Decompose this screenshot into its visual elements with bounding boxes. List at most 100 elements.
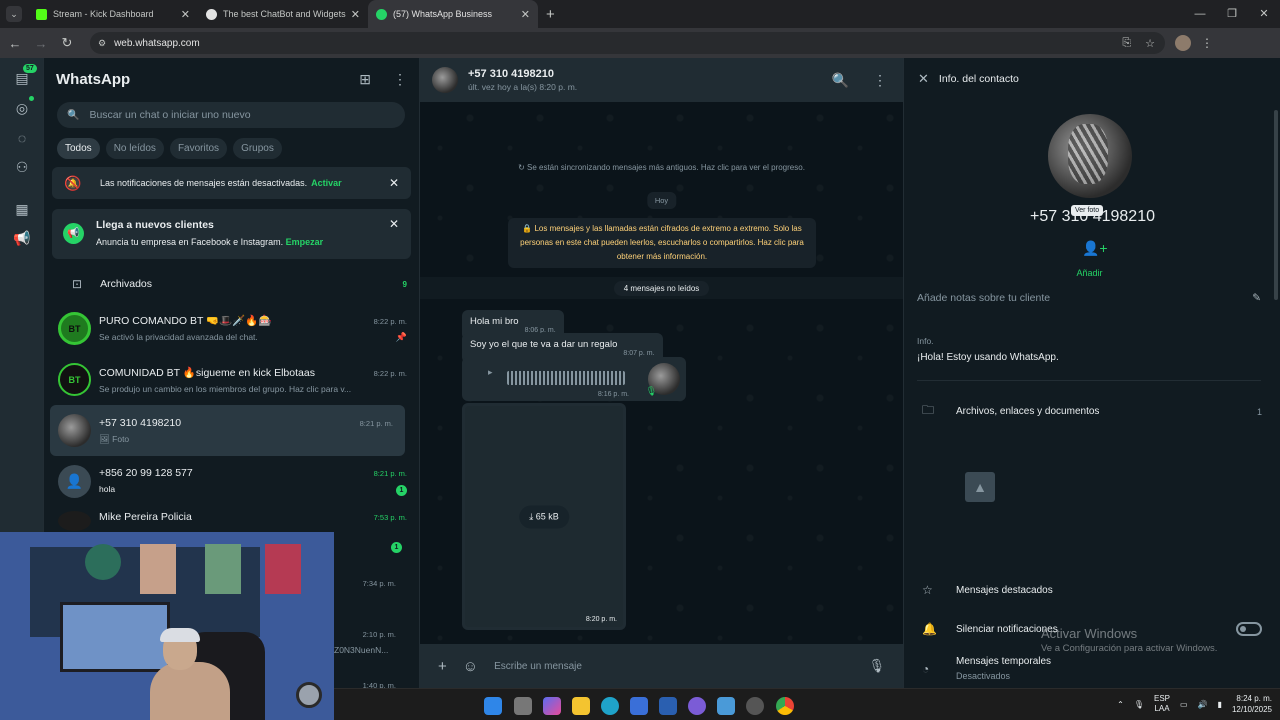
promo-banner[interactable]: 📢 Llega a nuevos clientes Anuncia tu emp… (52, 209, 411, 259)
avatar (58, 511, 91, 531)
media-message[interactable]: ⤓ 65 kB 8:20 p. m. (462, 403, 626, 630)
add-contact-icon[interactable]: 👤+ (1082, 240, 1108, 257)
edge-icon[interactable] (601, 697, 619, 715)
chat-item[interactable]: BT COMUNIDAD BT 🔥sigueme en kick Elbotaa… (44, 354, 419, 405)
close-icon[interactable]: ✕ (918, 71, 929, 87)
message-input[interactable]: Escribe un mensaje (494, 661, 868, 672)
copilot-icon[interactable] (543, 697, 561, 715)
app-icon[interactable] (659, 697, 677, 715)
close-icon[interactable]: ✕ (389, 217, 399, 231)
bookmark-star-icon[interactable]: ☆ (1145, 37, 1155, 50)
webcam-overlay (0, 532, 334, 720)
starred-messages-row[interactable]: ☆ Mensajes destacados (922, 583, 1262, 597)
close-tab-icon[interactable]: ✕ (521, 8, 530, 21)
tab-kick[interactable]: Stream - Kick Dashboard ✕ (28, 0, 198, 28)
photos-icon[interactable] (717, 697, 735, 715)
volume-icon[interactable]: 🔊 (1198, 700, 1208, 709)
start-icon[interactable] (484, 697, 502, 715)
image-thumbnail-icon[interactable]: ▲ (965, 472, 995, 502)
reload-icon[interactable]: ↻ (56, 35, 78, 51)
activate-link[interactable]: Activar (311, 178, 342, 188)
chat-item[interactable]: Mike Pereira Policia 7:53 p. m. (44, 507, 419, 531)
chat-item-selected[interactable]: +57 310 4198210 8:21 p. m. 🖼 Foto (50, 405, 405, 456)
tray-overflow-icon[interactable]: ⌃ (1117, 700, 1124, 709)
catalog-icon[interactable]: ▦ (12, 199, 32, 219)
chat-preview: Se activó la privacidad avanzada del cha… (99, 332, 258, 342)
tab-chatbot[interactable]: The best ChatBot and Widgets ✕ (198, 0, 368, 28)
filter-all[interactable]: Todos (57, 138, 100, 159)
close-tab-icon[interactable]: ✕ (181, 8, 190, 21)
minimize-icon[interactable]: — (1184, 0, 1216, 28)
attach-icon[interactable]: + (438, 658, 447, 675)
communities-icon[interactable]: ⚇ (12, 157, 32, 177)
files-links-docs-row[interactable]: 🗀 Archivos, enlaces y documentos 1 (922, 401, 1262, 422)
chrome-icon[interactable] (776, 697, 794, 715)
photo-icon: 🖼 (99, 433, 113, 444)
sticker-icon[interactable]: ☺ (463, 658, 478, 675)
channels-icon[interactable]: ◌ (12, 128, 32, 148)
notes-field[interactable]: Añade notas sobre tu cliente ✎ (917, 292, 1261, 304)
search-icon[interactable]: 🔍 (832, 72, 849, 89)
contact-photo[interactable] (1048, 114, 1132, 198)
filter-groups[interactable]: Grupos (233, 138, 282, 159)
forward-icon[interactable]: → (30, 36, 52, 51)
task-view-icon[interactable] (514, 697, 532, 715)
store-icon[interactable] (630, 697, 648, 715)
menu-icon[interactable]: ⋮ (873, 72, 887, 89)
profile-avatar[interactable] (1175, 35, 1191, 51)
settings-icon[interactable] (746, 697, 764, 715)
status-icon[interactable]: ◎ (12, 98, 32, 118)
tab-whatsapp[interactable]: (57) WhatsApp Business ✕ (368, 0, 538, 28)
play-icon[interactable]: ▸ (488, 367, 493, 378)
voice-message[interactable]: ▸ 🎙 8:16 p. m. (462, 357, 686, 401)
download-button[interactable]: ⤓ 65 kB (519, 505, 569, 528)
edit-pencil-icon[interactable]: ✎ (1252, 292, 1261, 304)
encryption-notice[interactable]: 🔒 Los mensajes y las llamadas están cifr… (508, 218, 816, 268)
add-contact-label[interactable]: Añadir (904, 268, 1275, 278)
close-icon[interactable]: ✕ (389, 176, 399, 190)
search-input[interactable]: 🔍 Buscar un chat o iniciar uno nuevo (57, 102, 405, 128)
kick-icon (36, 8, 47, 20)
browser-menu-icon[interactable]: ⋮ (1201, 36, 1213, 50)
tab-search-icon[interactable]: ⌄ (6, 6, 22, 22)
new-chat-icon[interactable]: ⊞ (359, 71, 371, 88)
mute-toggle[interactable] (1236, 622, 1262, 636)
start-link[interactable]: Empezar (286, 237, 324, 247)
chat-preview: Se produjo un cambio en los miembros del… (99, 383, 352, 394)
contact-info-title: Info. del contacto (938, 73, 1019, 85)
webcam-person (150, 662, 230, 720)
sync-notice[interactable]: ↻ Se están sincronizando mensajes más an… (420, 163, 903, 172)
filter-favorites[interactable]: Favoritos (169, 138, 228, 159)
contact-info-panel: ✕ Info. del contacto +57 310 4198210 Ver… (903, 58, 1280, 688)
filter-unread[interactable]: No leídos (105, 138, 164, 159)
cortana-icon[interactable] (688, 697, 706, 715)
clock[interactable]: 8:24 p. m. 12/10/2025 (1232, 693, 1272, 715)
back-icon[interactable]: ← (4, 36, 26, 51)
contact-avatar[interactable] (432, 67, 458, 93)
new-tab-icon[interactable]: + (546, 6, 555, 23)
file-explorer-icon[interactable] (572, 697, 590, 715)
restore-icon[interactable]: ❐ (1216, 0, 1248, 28)
battery-icon[interactable]: ▮ (1218, 700, 1222, 709)
mic-icon[interactable]: 🎙 (1134, 700, 1144, 709)
network-icon[interactable]: ▭ (1180, 700, 1188, 709)
disappearing-messages-row[interactable]: ◔ Mensajes temporales Desactivados (922, 656, 1262, 681)
conversation-header[interactable]: +57 310 4198210 últ. vez hoy a la(s) 8:2… (420, 58, 903, 102)
url-field[interactable]: ⚙ web.whatsapp.com ⎘ ☆ (90, 32, 1165, 54)
menu-icon[interactable]: ⋮ (393, 71, 407, 88)
ads-icon[interactable]: 📢 (12, 228, 32, 248)
archived-row[interactable]: ⊡ Archivados 9 (44, 265, 419, 303)
chat-item[interactable]: 👤 +856 20 99 128 577 8:21 p. m. hola 1 (44, 456, 419, 507)
scrollbar[interactable] (1274, 110, 1278, 300)
unread-divider: 4 mensajes no leídos (420, 277, 903, 299)
install-app-icon[interactable]: ⎘ (1122, 37, 1131, 50)
close-window-icon[interactable]: ✕ (1248, 0, 1280, 28)
chat-name: +57 310 4198210 (99, 416, 182, 429)
language-indicator[interactable]: ESP LAA (1154, 694, 1170, 714)
site-info-icon[interactable]: ⚙ (98, 38, 106, 49)
unread-count: 1 (391, 542, 402, 553)
audio-waveform[interactable] (507, 371, 625, 385)
chat-item[interactable]: BT PURO COMANDO BT 🤜🎩🗡️🔥🎰 8:22 p. m. Se a… (44, 303, 419, 354)
close-tab-icon[interactable]: ✕ (351, 8, 360, 21)
mic-icon[interactable]: 🎙 (868, 658, 885, 674)
